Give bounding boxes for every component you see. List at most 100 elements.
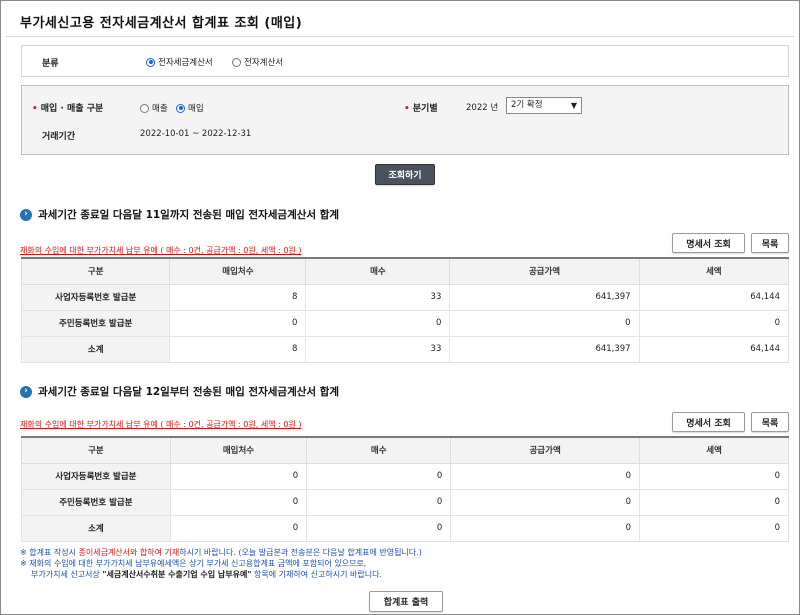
vendors-cell: 8 (169, 335, 307, 363)
arrow-bullet-icon: › (20, 385, 32, 398)
vendors-cell: 0 (169, 309, 307, 337)
period-label: 거래기간 (42, 132, 76, 142)
row-label: 소계 (20, 335, 171, 363)
radio-selected-icon[interactable] (176, 103, 185, 113)
count-cell: 33 (305, 283, 451, 311)
arrow-bullet-icon: › (20, 208, 32, 221)
row-label: 사업자등록번호 발급분 (20, 283, 171, 311)
year-unit: 년 (490, 103, 499, 113)
table-row: 주민등록번호 발급분 0 0 0 0 (20, 309, 790, 337)
radio-unselected-icon[interactable] (140, 103, 149, 113)
row-label: 소계 (21, 514, 171, 542)
row-label: 사업자등록번호 발급분 (21, 462, 171, 490)
tax-cell: 0 (639, 514, 789, 542)
column-header: 세액 (639, 436, 789, 464)
table-row: 사업자등록번호 발급분 0 0 0 0 (21, 462, 789, 490)
footnote-3-highlight: "세금계산서수취분 수출기업 수입 납부유예" (102, 570, 252, 579)
column-header: 공급가액 (449, 257, 640, 285)
chevron-down-icon: ▼ (570, 101, 577, 110)
column-header: 구분 (21, 436, 171, 464)
radio-unselected-icon[interactable] (232, 57, 241, 67)
column-header: 구분 (20, 257, 171, 285)
category-option-einvoice[interactable]: 전자계산서 (232, 56, 283, 68)
table-row: 주민등록번호 발급분 0 0 0 0 (21, 488, 789, 516)
search-button[interactable]: 조회하기 (375, 164, 435, 185)
section-2-title-text: 과세기간 종료일 다음달 12일부터 전송된 매입 전자세금계산서 합계 (38, 386, 340, 398)
section-1-deferral-link[interactable]: 재화의 수입에 대한 부가가치세 납부 유예 ( 매수 : 0건, 공급가액 :… (20, 245, 301, 256)
search-conditions-panel: • 매입 · 매출 구분 매출 매입 • 분기별 2022 년 2기 확정 ▼ 거래… (21, 85, 789, 155)
section-2-deferral-link[interactable]: 재화의 수입에 대한 부가가치세 납부 유예 ( 매수 : 0건, 공급가액 :… (20, 419, 301, 430)
section-2-detail-button[interactable]: 명세서 조회 (672, 412, 745, 432)
column-header: 공급가액 (450, 436, 641, 464)
table-row: 소계 8 33 641,397 64,144 (20, 335, 790, 363)
page-title: 부가세신고용 전자세금계산서 합계표 조회 (매입) (20, 16, 303, 31)
section-2-table: 구분 매입처수 매수 공급가액 세액 사업자등록번호 발급분 0 0 0 0 주… (21, 436, 789, 542)
category-option-einvoice-label: 전자계산서 (244, 58, 284, 68)
footnote-1: ※ 합계표 작성시 종이세금계산서와 합하여 기재하시기 바랍니다. (오늘 발… (20, 547, 422, 558)
tax-cell: 64,144 (638, 335, 790, 363)
quarter-select[interactable]: 2기 확정 ▼ (506, 97, 582, 114)
vendors-cell: 8 (169, 283, 307, 311)
category-label: 분류 (42, 59, 59, 69)
quarter-select-value: 2기 확정 (511, 100, 543, 110)
trade-type-label-text: 매입 · 매출 구분 (40, 104, 104, 114)
section-2-title: › 과세기간 종료일 다음달 12일부터 전송된 매입 전자세금계산서 합계 (20, 384, 339, 399)
column-header: 매수 (306, 436, 452, 464)
count-cell: 0 (306, 462, 452, 490)
column-header: 매수 (305, 257, 451, 285)
trade-option-sales-label: 매출 (152, 104, 168, 114)
footnote-1-suffix: 하시기 바랍니다. (오늘 발급분과 전송분은 다음날 합계표에 반영됩니다.) (179, 548, 422, 557)
period-value: 2022-10-01 ~ 2022-12-31 (140, 129, 252, 139)
section-1-title: › 과세기간 종료일 다음달 11일까지 전송된 매입 전자세금계산서 합계 (20, 207, 339, 222)
supply-cell: 641,397 (449, 335, 640, 363)
row-label: 주민등록번호 발급분 (20, 309, 171, 337)
tax-cell: 64,144 (638, 283, 790, 311)
section-1-detail-button[interactable]: 명세서 조회 (672, 233, 745, 253)
section-1-list-button[interactable]: 목록 (751, 233, 789, 253)
table-header-row: 구분 매입처수 매수 공급가액 세액 (21, 436, 789, 464)
section-2-list-button[interactable]: 목록 (751, 412, 789, 432)
column-header: 매입처수 (169, 436, 308, 464)
footnote-1-prefix: ※ 합계표 작성시 (20, 548, 79, 557)
supply-cell: 641,397 (449, 283, 640, 311)
footnotes: ※ 합계표 작성시 종이세금계산서와 합하여 기재하시기 바랍니다. (오늘 발… (20, 547, 422, 580)
quarter-label: • 분기별 (404, 101, 438, 114)
table-row: 사업자등록번호 발급분 8 33 641,397 64,144 (20, 283, 790, 311)
section-1-table: 구분 매입처수 매수 공급가액 세액 사업자등록번호 발급분 8 33 641,… (20, 257, 790, 363)
supply-cell: 0 (450, 462, 641, 490)
category-option-etax-label: 전자세금계산서 (158, 58, 213, 68)
print-summary-button[interactable]: 합계표 출력 (369, 591, 443, 612)
required-mark-icon: • (404, 104, 410, 114)
trade-option-sales[interactable]: 매출 (140, 102, 168, 114)
column-header: 세액 (638, 257, 790, 285)
trade-option-purchase[interactable]: 매입 (176, 102, 204, 114)
count-cell: 0 (306, 488, 452, 516)
trade-type-label: • 매입 · 매출 구분 (32, 101, 103, 114)
section-1-title-text: 과세기간 종료일 다음달 11일까지 전송된 매입 전자세금계산서 합계 (38, 209, 340, 221)
title-divider (6, 36, 794, 37)
count-cell: 33 (305, 335, 451, 363)
category-option-etax[interactable]: 전자세금계산서 (146, 56, 213, 68)
quarter-label-text: 분기별 (412, 104, 438, 114)
supply-cell: 0 (450, 488, 641, 516)
vendors-cell: 0 (169, 488, 308, 516)
vendors-cell: 0 (169, 462, 308, 490)
year-number: 2022 (466, 103, 488, 113)
footnote-3-suffix: 항목에 기재하여 신고하시기 바랍니다. (251, 570, 382, 579)
required-mark-icon: • (32, 104, 38, 114)
table-row: 소계 0 0 0 0 (21, 514, 789, 542)
supply-cell: 0 (450, 514, 641, 542)
vendors-cell: 0 (169, 514, 308, 542)
footnote-2: ※ 재화의 수입에 대한 부가가치세 납부유예세액은 상기 부가세 신고용합계표… (20, 559, 367, 568)
tax-cell: 0 (639, 488, 789, 516)
count-cell: 0 (306, 514, 452, 542)
row-label: 주민등록번호 발급분 (21, 488, 171, 516)
footnote-3: 부가가치세 신고서상 "세금계산서수취분 수출기업 수입 납부유예" 항목에 기… (20, 569, 422, 580)
tax-cell: 0 (639, 462, 789, 490)
trade-option-purchase-label: 매입 (188, 104, 204, 114)
category-panel: 분류 전자세금계산서 전자계산서 (21, 45, 789, 77)
table-header-row: 구분 매입처수 매수 공급가액 세액 (20, 257, 790, 285)
footnote-3-prefix: 부가가치세 신고서상 (31, 570, 103, 579)
radio-selected-icon[interactable] (146, 57, 155, 67)
count-cell: 0 (305, 309, 451, 337)
